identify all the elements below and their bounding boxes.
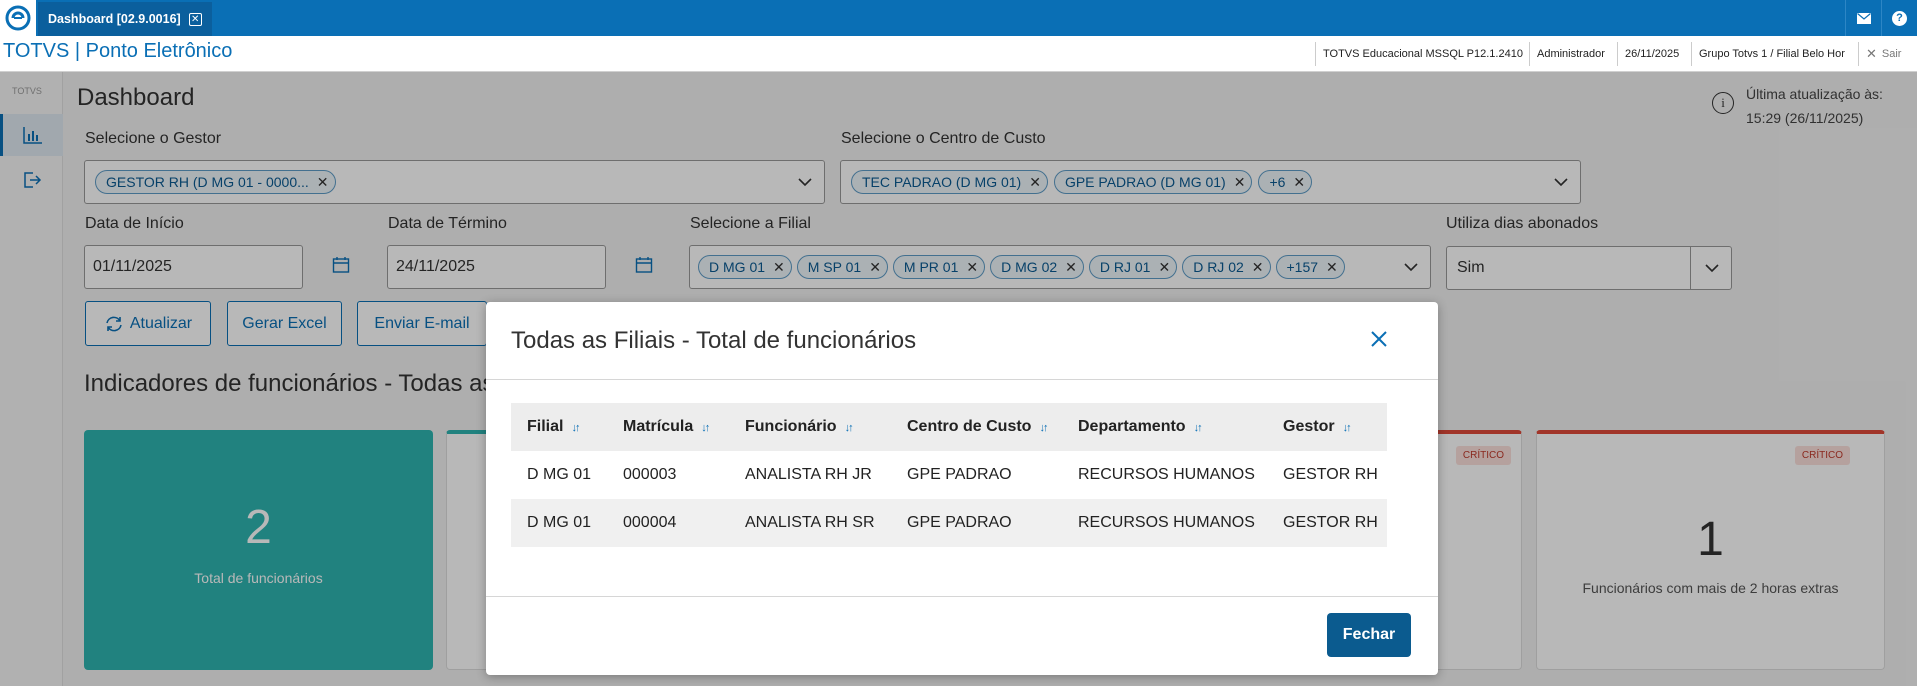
totvs-logo-icon[interactable] xyxy=(0,0,36,36)
cell-gestor: GESTOR RH xyxy=(1267,499,1387,547)
branch-info: Grupo Totvs 1 / Filial Belo Hor xyxy=(1691,42,1852,66)
cell-filial: D MG 01 xyxy=(511,499,607,547)
col-header-funcionario[interactable]: Funcionário ↓↑ xyxy=(729,403,891,451)
cell-funcionario: ANALISTA RH JR xyxy=(745,466,872,483)
top-tab-bar: Dashboard [02.9.0016] ✕ ? xyxy=(0,0,1917,36)
cell-filial: D MG 01 xyxy=(527,466,592,483)
close-icon: ✕ xyxy=(1866,46,1877,61)
col-label: Funcionário xyxy=(745,418,837,435)
table-row[interactable]: D MG 01 000004 ANALISTA RH SR GPE PADRAO… xyxy=(511,499,1387,547)
cell-funcionario: ANALISTA RH SR xyxy=(729,499,891,547)
col-label: Gestor xyxy=(1283,418,1335,435)
table-row[interactable]: D MG 01 000003 ANALISTA RH JR GPE PADRAO… xyxy=(511,451,1387,499)
mail-icon[interactable] xyxy=(1845,0,1881,36)
sort-icon[interactable]: ↓↑ xyxy=(1039,422,1048,434)
app-header: TOTVS | Ponto Eletrônico TOTVS Educacion… xyxy=(0,36,1917,72)
logout-button[interactable]: ✕ Sair xyxy=(1858,42,1908,66)
sort-icon[interactable]: ↓↑ xyxy=(571,422,580,434)
total-funcionarios-modal: Todas as Filiais - Total de funcionários… xyxy=(486,302,1438,675)
col-label: Departamento xyxy=(1078,418,1186,435)
close-icon[interactable] xyxy=(1366,326,1392,352)
col-label: Matrícula xyxy=(623,418,694,435)
cell-gestor: GESTOR RH xyxy=(1283,466,1378,483)
col-header-matricula[interactable]: Matrícula ↓↑ xyxy=(607,403,729,451)
cell-matricula: 000004 xyxy=(607,499,729,547)
tab-dashboard[interactable]: Dashboard [02.9.0016] ✕ xyxy=(38,2,212,36)
tab-close-icon[interactable]: ✕ xyxy=(188,12,202,26)
cell-centro-custo: GPE PADRAO xyxy=(907,466,1012,483)
col-header-filial[interactable]: Filial ↓↑ xyxy=(511,403,607,451)
col-label: Centro de Custo xyxy=(907,418,1032,435)
cell-departamento: RECURSOS HUMANOS xyxy=(1078,466,1255,483)
logout-label: Sair xyxy=(1881,48,1902,60)
col-header-gestor[interactable]: Gestor ↓↑ xyxy=(1267,403,1387,451)
app-title: TOTVS | Ponto Eletrônico xyxy=(3,40,233,62)
tab-dashboard-label: Dashboard [02.9.0016] xyxy=(48,12,181,26)
sort-icon[interactable]: ↓↑ xyxy=(1343,422,1352,434)
table-header-row: Filial ↓↑ Matrícula ↓↑ Funcionário ↓↑ Centr… xyxy=(511,403,1387,451)
col-header-centro-custo[interactable]: Centro de Custo ↓↑ xyxy=(891,403,1062,451)
cell-matricula: 000003 xyxy=(623,466,677,483)
col-label: Filial xyxy=(527,418,564,435)
user-info: Administrador xyxy=(1529,42,1612,66)
sort-icon[interactable]: ↓↑ xyxy=(1194,422,1203,434)
help-icon[interactable]: ? xyxy=(1881,0,1917,36)
date-info: 26/11/2025 xyxy=(1617,42,1686,66)
environment-info: TOTVS Educacional MSSQL P12.1.2410 xyxy=(1315,42,1530,66)
fechar-button[interactable]: Fechar xyxy=(1327,613,1411,657)
modal-title: Todas as Filiais - Total de funcionários xyxy=(511,327,917,354)
sort-icon[interactable]: ↓↑ xyxy=(701,422,710,434)
cell-centro-custo: GPE PADRAO xyxy=(891,499,1062,547)
cell-departamento: RECURSOS HUMANOS xyxy=(1062,499,1267,547)
sort-icon[interactable]: ↓↑ xyxy=(845,422,854,434)
funcionarios-table: Filial ↓↑ Matrícula ↓↑ Funcionário ↓↑ Centr… xyxy=(511,403,1387,547)
col-header-departamento[interactable]: Departamento ↓↑ xyxy=(1062,403,1267,451)
